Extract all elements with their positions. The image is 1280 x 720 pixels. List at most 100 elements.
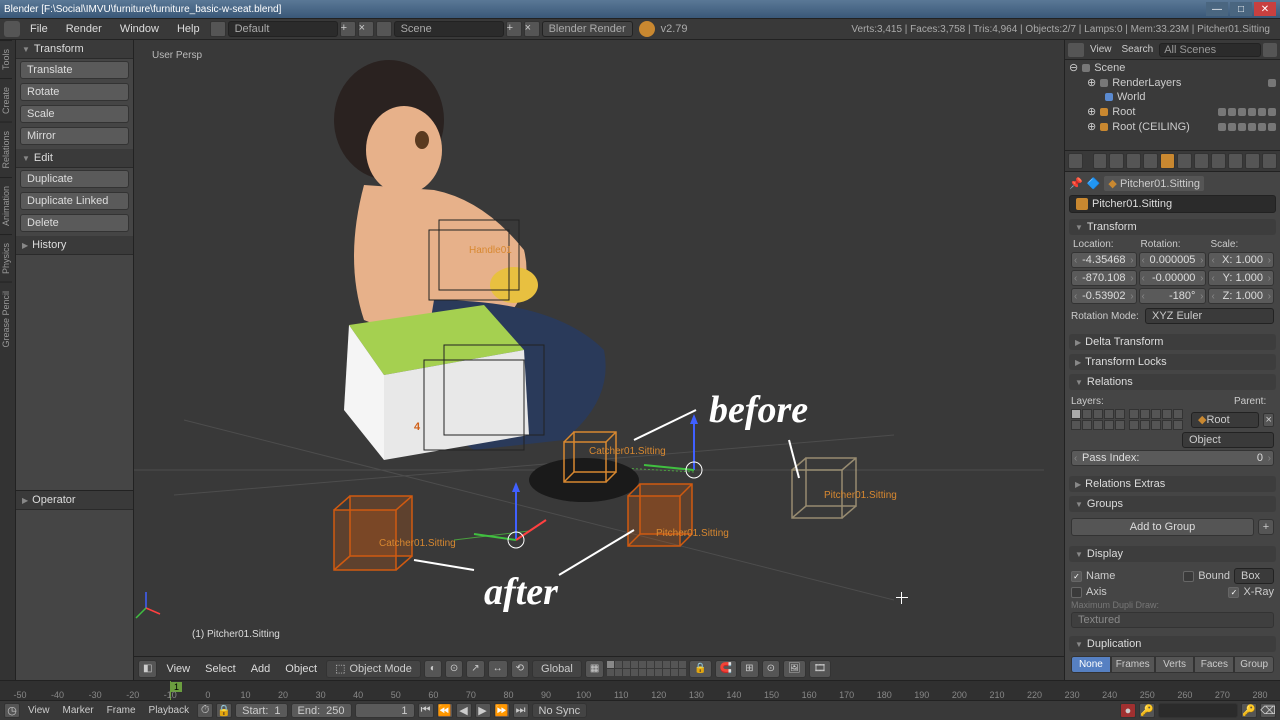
dup-group[interactable]: Group	[1234, 656, 1274, 673]
snap-toggle[interactable]: 🧲	[715, 660, 737, 678]
timeline-editor-icon[interactable]: ◷	[4, 703, 20, 718]
menu-render[interactable]: Render	[58, 21, 110, 37]
play-reverse-button[interactable]: ◀	[456, 703, 472, 718]
tab-tools[interactable]: Tools	[0, 40, 12, 78]
scene-add-button[interactable]: +	[506, 21, 522, 37]
screen-layout-field[interactable]: Default	[228, 21, 338, 37]
mode-dropdown[interactable]: ⬚ Object Mode	[326, 660, 421, 678]
outliner-root-row[interactable]: ⊕ Root	[1065, 104, 1280, 119]
outliner-filter-dropdown[interactable]: All Scenes	[1159, 43, 1261, 57]
manipulator-toggle[interactable]: ↗	[466, 660, 484, 678]
render-anim-button[interactable]: 🎞	[809, 660, 832, 678]
screen-remove-button[interactable]: ×	[358, 21, 374, 37]
keying-set-field[interactable]	[1158, 703, 1238, 718]
panel-relations-header[interactable]: Relations	[1069, 374, 1276, 390]
delete-keyframe-button[interactable]: ⌫	[1260, 703, 1276, 718]
section-edit[interactable]: Edit	[16, 149, 133, 168]
tl-frame-menu[interactable]: Frame	[102, 704, 141, 717]
insert-keyframe-button[interactable]: 🔑	[1241, 703, 1257, 718]
tl-playback-menu[interactable]: Playback	[144, 704, 195, 717]
dup-none[interactable]: None	[1071, 656, 1111, 673]
section-operator[interactable]: Operator	[16, 490, 133, 510]
draw-type-dropdown[interactable]: Textured	[1071, 612, 1274, 628]
manipulator-translate[interactable]: ↔	[488, 660, 508, 678]
scale-y-field[interactable]: Y: 1.000	[1208, 270, 1274, 286]
props-tab-material[interactable]	[1228, 153, 1243, 169]
duplicate-button[interactable]: Duplicate	[20, 170, 129, 188]
props-tab-modifiers[interactable]	[1194, 153, 1209, 169]
scene-field[interactable]: Scene	[394, 21, 504, 37]
pivot-button[interactable]: ⊙	[445, 660, 463, 678]
display-axis-checkbox[interactable]: Axis	[1071, 586, 1107, 598]
outliner-world-row[interactable]: World	[1065, 90, 1280, 104]
outliner-search-menu[interactable]: Search	[1118, 43, 1158, 56]
duplication-tabs[interactable]: None Frames Verts Faces Group	[1071, 656, 1274, 673]
parent-type-dropdown[interactable]: Object	[1182, 432, 1274, 448]
rot-y-field[interactable]: -0.00000	[1139, 270, 1207, 286]
add-group-plus-button[interactable]: +	[1258, 519, 1274, 535]
display-xray-checkbox[interactable]: ✓X-Ray	[1228, 586, 1274, 598]
scale-x-field[interactable]: X: 1.000	[1208, 252, 1274, 268]
outliner-root-ceiling-row[interactable]: ⊕ Root (CEILING)	[1065, 119, 1280, 134]
viewport-editor-icon[interactable]: ◧	[138, 660, 157, 678]
layer-buttons[interactable]	[607, 661, 686, 676]
select-menu[interactable]: Select	[199, 661, 242, 677]
scene-icon[interactable]	[376, 21, 392, 37]
tl-range-toggle[interactable]: ⏱	[197, 703, 213, 718]
props-editor-icon[interactable]	[1068, 153, 1083, 169]
scene-remove-button[interactable]: ×	[524, 21, 540, 37]
panel-groups-header[interactable]: Groups	[1069, 496, 1276, 512]
timeline-ruler[interactable]: -50-40-30-20-100102030405060708090100110…	[0, 681, 1280, 700]
render-preview-button[interactable]: 🖼	[783, 660, 806, 678]
object-menu[interactable]: Object	[279, 661, 323, 677]
tl-lock-toggle[interactable]: 🔒	[216, 703, 232, 718]
sync-dropdown[interactable]: No Sync	[532, 703, 588, 718]
tab-relations[interactable]: Relations	[0, 122, 12, 177]
dup-faces[interactable]: Faces	[1194, 656, 1234, 673]
current-frame-field[interactable]: 1	[355, 703, 415, 718]
end-frame-field[interactable]: End:250	[291, 703, 352, 718]
lock-camera-button[interactable]: 🔒	[689, 660, 711, 678]
add-to-group-button[interactable]: Add to Group	[1071, 518, 1254, 536]
snap-target[interactable]: ⊙	[762, 660, 780, 678]
outliner-editor-icon[interactable]	[1068, 43, 1084, 57]
play-button[interactable]: ▶	[475, 703, 491, 718]
keying-set-button[interactable]: 🔑	[1139, 703, 1155, 718]
bound-type-dropdown[interactable]: Box	[1234, 568, 1274, 584]
keyframe-next-button[interactable]: ⏩	[494, 703, 510, 718]
pin-icon[interactable]: 📌	[1069, 177, 1083, 190]
orientation-dropdown[interactable]: Global	[532, 660, 582, 678]
screen-add-button[interactable]: +	[340, 21, 356, 37]
viewport-shading-button[interactable]: ◐	[424, 660, 442, 678]
dup-verts[interactable]: Verts	[1155, 656, 1195, 673]
jump-start-button[interactable]: ⏮	[418, 703, 434, 718]
dup-frames[interactable]: Frames	[1111, 656, 1155, 673]
tab-create[interactable]: Create	[0, 78, 12, 122]
auto-keyframe-button[interactable]: ●	[1120, 703, 1136, 718]
props-tab-renderlayers[interactable]	[1109, 153, 1124, 169]
outliner-scene-row[interactable]: ⊖ Scene	[1065, 60, 1280, 75]
display-bound-checkbox[interactable]: Bound	[1183, 570, 1230, 582]
props-tab-physics[interactable]	[1262, 153, 1277, 169]
props-tab-object[interactable]	[1160, 153, 1175, 169]
loc-z-field[interactable]: -0.53902	[1071, 288, 1137, 304]
props-tab-scene[interactable]	[1126, 153, 1141, 169]
outliner-tree[interactable]: ⊖ Scene ⊕ RenderLayers World ⊕ Root ⊕ Ro…	[1065, 60, 1280, 150]
menu-file[interactable]: File	[22, 21, 56, 37]
tl-marker-menu[interactable]: Marker	[58, 704, 99, 717]
mirror-button[interactable]: Mirror	[20, 127, 129, 145]
window-minimize-button[interactable]: —	[1206, 2, 1228, 16]
outliner-view-menu[interactable]: View	[1086, 43, 1116, 56]
pass-index-field[interactable]: Pass Index:0	[1071, 450, 1274, 466]
rot-z-field[interactable]: -180°	[1139, 288, 1207, 304]
rotation-mode-dropdown[interactable]: XYZ Euler	[1145, 308, 1274, 324]
display-name-checkbox[interactable]: ✓Name	[1071, 570, 1115, 582]
loc-y-field[interactable]: -870.108	[1071, 270, 1137, 286]
props-tab-constraints[interactable]	[1177, 153, 1192, 169]
section-history[interactable]: History	[16, 236, 133, 255]
layers-button[interactable]: ▦	[585, 660, 604, 678]
tab-grease-pencil[interactable]: Grease Pencil	[0, 282, 12, 356]
window-close-button[interactable]: ✕	[1254, 2, 1276, 16]
layers-widget[interactable]	[1071, 409, 1183, 430]
keyframe-prev-button[interactable]: ⏪	[437, 703, 453, 718]
